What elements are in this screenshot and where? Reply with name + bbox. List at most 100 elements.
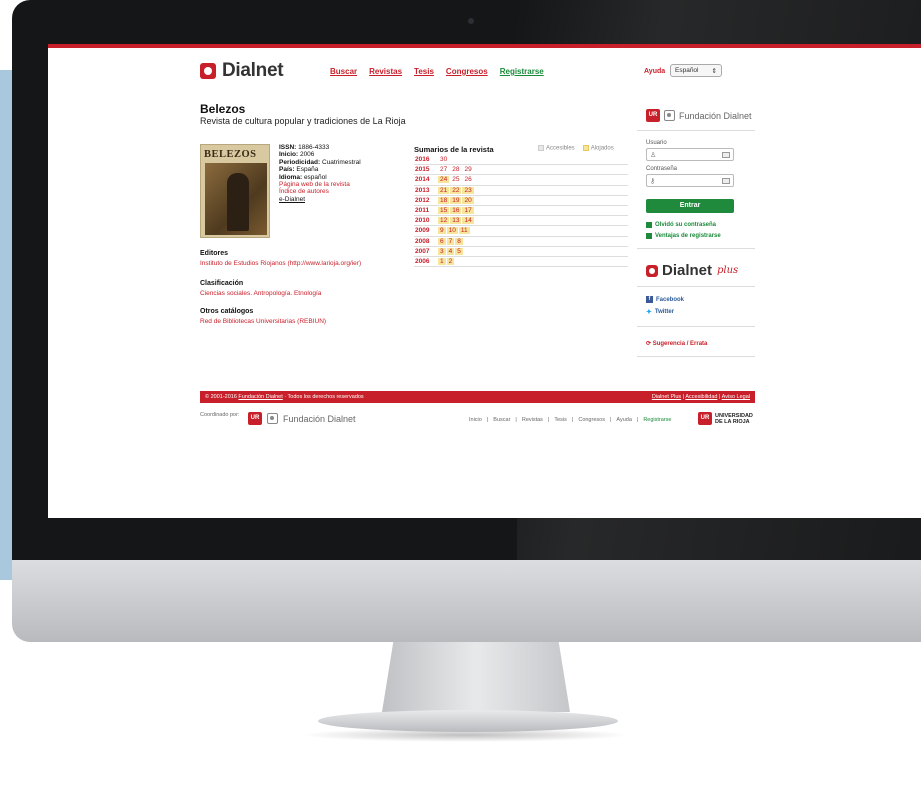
imac-monitor: Dialnet Buscar Revistas Tesis Congresos … bbox=[12, 0, 921, 712]
footer-legal-links: Dialnet Plus | Accesibilidad | Aviso Leg… bbox=[651, 394, 750, 400]
footer-nav-buscar[interactable]: Buscar bbox=[493, 417, 510, 423]
forgot-password-label: Olvidó su contraseña bbox=[655, 222, 717, 228]
register-benefits-label: Ventajas de registrarse bbox=[655, 233, 721, 239]
issue-link[interactable]: 27 bbox=[438, 166, 449, 173]
issue-link[interactable]: 1 bbox=[438, 257, 446, 265]
issue-link[interactable]: 26 bbox=[462, 176, 473, 183]
footer-nav-revistas[interactable]: Revistas bbox=[522, 417, 543, 423]
issue-link[interactable]: 25 bbox=[450, 176, 461, 183]
issue-link[interactable]: 15 bbox=[438, 207, 450, 215]
issue-link[interactable]: 19 bbox=[450, 196, 462, 204]
clasificacion-link[interactable]: Ciencias sociales. Antropología. Etnolog… bbox=[200, 290, 321, 297]
sumario-year: 2012 bbox=[415, 196, 430, 204]
accesibles-swatch bbox=[538, 145, 544, 151]
dialnet-plus-logo[interactable]: Dialnet plus bbox=[646, 262, 738, 279]
issue-link[interactable]: 30 bbox=[438, 156, 449, 163]
footer-aviso-legal-link[interactable]: Aviso Legal bbox=[722, 394, 750, 400]
sumario-year: 2010 bbox=[415, 217, 430, 225]
sumario-issues: 12 13 14 bbox=[438, 217, 475, 225]
footer-nav-tesis[interactable]: Tesis bbox=[554, 417, 567, 423]
footer-nav: Inicio | Buscar | Revistas | Tesis | Congres… bbox=[469, 417, 672, 423]
sumario-year: 2015 bbox=[415, 166, 430, 174]
login-button[interactable]: Entrar bbox=[646, 199, 734, 213]
issue-link[interactable]: 16 bbox=[450, 207, 462, 215]
issue-link[interactable]: 2 bbox=[446, 257, 455, 265]
main-nav: Buscar Revistas Tesis Congresos Registra… bbox=[330, 67, 544, 76]
sumario-issues: 24 25 26 bbox=[438, 176, 475, 184]
issue-link[interactable]: 6 bbox=[438, 237, 446, 245]
help-link[interactable]: Ayuda bbox=[644, 68, 665, 75]
issue-link[interactable]: 17 bbox=[462, 207, 474, 215]
issue-link[interactable]: 9 bbox=[438, 227, 446, 235]
copyright-fundacion-link[interactable]: Fundación Dialnet bbox=[238, 394, 282, 400]
rebiun-link[interactable]: Red de Bibliotecas Universitarias (REBIU… bbox=[200, 318, 326, 325]
user-icon: ♙ bbox=[650, 152, 657, 159]
universidad-text: UNIVERSIDAD DE LA RIOJA bbox=[715, 413, 753, 425]
issue-link[interactable]: 24 bbox=[438, 176, 450, 184]
nav-tesis[interactable]: Tesis bbox=[414, 67, 434, 76]
issue-link[interactable]: 21 bbox=[438, 186, 450, 194]
fundacion-red-icon: UR bbox=[646, 109, 660, 122]
footer-nav-inicio[interactable]: Inicio bbox=[469, 417, 482, 423]
sumario-year: 2009 bbox=[415, 227, 430, 235]
cover-photo bbox=[205, 163, 267, 235]
register-benefits-link[interactable]: Ventajas de registrarse bbox=[646, 233, 721, 239]
issue-link[interactable]: 8 bbox=[455, 237, 463, 245]
issue-link[interactable]: 4 bbox=[446, 247, 455, 255]
nav-congresos[interactable]: Congresos bbox=[446, 67, 488, 76]
issue-link[interactable]: 23 bbox=[462, 186, 474, 194]
inicio-value: 2006 bbox=[299, 151, 315, 159]
clasificacion-heading: Clasificación bbox=[200, 280, 244, 287]
footer-dialnet-plus-link[interactable]: Dialnet Plus bbox=[652, 394, 681, 400]
sumario-row: 2006 1 2 bbox=[414, 257, 628, 268]
sumario-issues: 27 28 29 bbox=[438, 166, 475, 173]
e-dialnet-link[interactable]: e-Dialnet bbox=[279, 196, 361, 203]
issue-link[interactable]: 7 bbox=[446, 237, 455, 245]
nav-revistas[interactable]: Revistas bbox=[369, 67, 402, 76]
usuario-input[interactable]: ♙ bbox=[646, 148, 734, 161]
sumario-issues: 15 16 17 bbox=[438, 207, 475, 215]
forgot-password-link[interactable]: Olvidó su contraseña bbox=[646, 222, 716, 228]
language-select[interactable]: Español ⇕ bbox=[670, 64, 722, 77]
nav-buscar[interactable]: Buscar bbox=[330, 67, 357, 76]
issue-link[interactable]: 10 bbox=[446, 227, 458, 235]
sumario-row: 2015 27 28 29 bbox=[414, 165, 628, 176]
sumario-row: 2011 15 16 17 bbox=[414, 206, 628, 217]
forgot-icon bbox=[646, 222, 652, 228]
periodicidad-value: Cuatrimestral bbox=[322, 158, 361, 166]
footer-accesibilidad-link[interactable]: Accesibilidad bbox=[685, 394, 717, 400]
footer-bar: © 2001-2016 Fundación Dialnet · Todos lo… bbox=[200, 391, 755, 403]
issue-link[interactable]: 20 bbox=[462, 196, 474, 204]
legend-alojados: Alojados bbox=[582, 145, 614, 152]
editores-link[interactable]: Instituto de Estudios Riojanos (http://w… bbox=[200, 260, 361, 267]
copyright-years: © 2001-2016 bbox=[205, 394, 237, 400]
author-index-link[interactable]: Índice de autores bbox=[279, 188, 361, 195]
issue-link[interactable]: 28 bbox=[450, 166, 461, 173]
issue-link[interactable]: 29 bbox=[462, 166, 473, 173]
sumarios-heading: Sumarios de la revista bbox=[414, 145, 494, 154]
top-accent-bar bbox=[48, 44, 921, 48]
suggestion-link[interactable]: ⟳ Sugerencia / Errata bbox=[646, 340, 707, 347]
universidad-la-rioja-logo[interactable]: UR UNIVERSIDAD DE LA RIOJA bbox=[698, 412, 753, 425]
footer-nav-registrarse[interactable]: Registrarse bbox=[643, 417, 671, 423]
nav-registrarse[interactable]: Registrarse bbox=[500, 67, 544, 76]
password-input[interactable]: ⚷ bbox=[646, 174, 734, 187]
issue-link[interactable]: 5 bbox=[455, 247, 463, 255]
issue-link[interactable]: 11 bbox=[458, 227, 470, 235]
twitter-link[interactable]: ✦ Twitter bbox=[646, 308, 674, 316]
inicio-label: Inicio: bbox=[279, 151, 299, 159]
issn-value: 1886-4333 bbox=[298, 144, 330, 151]
issue-link[interactable]: 22 bbox=[450, 186, 462, 194]
footer-fundacion-logo[interactable]: UR Fundación Dialnet bbox=[248, 412, 356, 425]
issue-link[interactable]: 3 bbox=[438, 247, 446, 255]
issue-link[interactable]: 13 bbox=[450, 217, 462, 225]
issue-link[interactable]: 14 bbox=[462, 217, 474, 225]
dialnet-logo[interactable]: Dialnet bbox=[200, 60, 284, 82]
fundacion-red-icon: UR bbox=[248, 412, 262, 425]
facebook-link[interactable]: f Facebook bbox=[646, 296, 684, 303]
issue-link[interactable]: 18 bbox=[438, 196, 450, 204]
fundacion-dialnet-logo[interactable]: UR Fundación Dialnet bbox=[646, 109, 752, 122]
footer-nav-ayuda[interactable]: Ayuda bbox=[616, 417, 632, 423]
footer-nav-congresos[interactable]: Congresos bbox=[578, 417, 605, 423]
issue-link[interactable]: 12 bbox=[438, 217, 450, 225]
